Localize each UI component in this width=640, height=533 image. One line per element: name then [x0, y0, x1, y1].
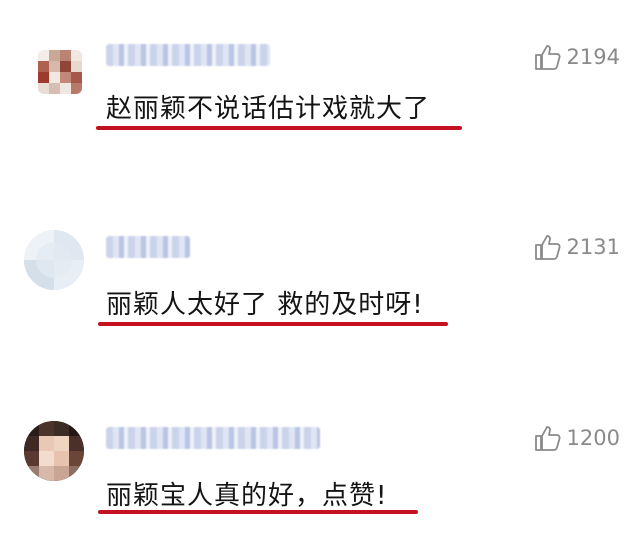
comment-item: 赵丽颖不说话估计戏就大了 2194 — [0, 30, 640, 150]
thumbs-up-icon — [534, 235, 561, 260]
avatar[interactable] — [24, 421, 84, 481]
highlight-underline — [96, 126, 462, 130]
comment-text: 丽颖宝人真的好，点赞! — [106, 481, 388, 511]
username-blurred[interactable] — [106, 236, 190, 258]
comment-item: 丽颖人太好了 救的及时呀! 2131 — [0, 222, 640, 342]
like-count: 2194 — [566, 45, 620, 69]
thumbs-up-icon — [534, 45, 561, 70]
comment-text: 丽颖人太好了 救的及时呀! — [106, 290, 424, 320]
highlight-underline — [98, 510, 418, 514]
avatar[interactable] — [38, 50, 82, 94]
like-count: 1200 — [566, 426, 620, 450]
like-button[interactable]: 2194 — [533, 42, 620, 72]
comment-text: 赵丽颖不说话估计戏就大了 — [106, 94, 431, 124]
like-button[interactable]: 1200 — [533, 423, 620, 453]
username-blurred[interactable] — [106, 44, 270, 66]
like-count: 2131 — [566, 235, 620, 259]
highlight-underline — [98, 322, 448, 326]
thumbs-up-icon — [534, 426, 561, 451]
avatar[interactable] — [24, 230, 84, 290]
comment-item: 丽颖宝人真的好，点赞! 1200 — [0, 413, 640, 533]
username-blurred[interactable] — [106, 427, 320, 449]
like-button[interactable]: 2131 — [533, 232, 620, 262]
